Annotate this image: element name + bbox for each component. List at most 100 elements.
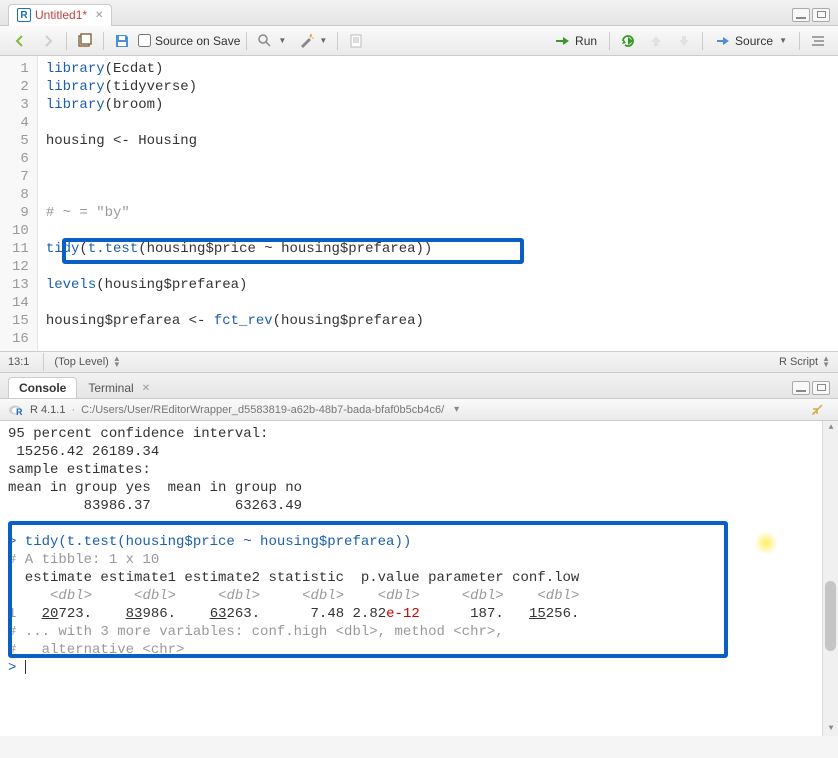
- code-line[interactable]: tidy(t.test(housing$price ~ housing$pref…: [46, 240, 830, 258]
- console-line: 1 20723. 83986. 63263. 7.48 2.82e-12 187…: [8, 605, 830, 623]
- console-info-bar: R R 4.1.1 · C:/Users/User/REditorWrapper…: [0, 399, 838, 421]
- show-in-new-window-button[interactable]: [73, 30, 97, 52]
- line-number: 6: [12, 150, 29, 168]
- code-line[interactable]: [46, 168, 830, 186]
- close-icon[interactable]: ✕: [142, 383, 150, 394]
- annotation-highlight-dot: [754, 531, 778, 555]
- scroll-thumb[interactable]: [825, 581, 836, 651]
- code-line[interactable]: [46, 150, 830, 168]
- svg-text:R: R: [16, 407, 23, 417]
- file-tab-title: Untitled1*: [35, 8, 87, 22]
- line-number: 15: [12, 312, 29, 330]
- run-button[interactable]: Run: [549, 30, 603, 52]
- close-icon[interactable]: ✕: [95, 10, 103, 21]
- maximize-pane-button[interactable]: [812, 8, 830, 22]
- source-editor[interactable]: 12345678910111213141516 library(Ecdat)li…: [0, 56, 838, 351]
- compile-report-button[interactable]: [344, 30, 368, 52]
- line-number: 13: [12, 276, 29, 294]
- console-line: # alternative <chr>: [8, 641, 830, 659]
- console-output[interactable]: 95 percent confidence interval: 15256.42…: [0, 421, 838, 736]
- tab-console[interactable]: Console: [8, 377, 77, 398]
- tab-terminal[interactable]: Terminal ✕: [77, 377, 161, 398]
- console-line: 83986.37 63263.49: [8, 497, 830, 515]
- outline-button[interactable]: [806, 30, 830, 52]
- scope-label: (Top Level): [54, 356, 108, 368]
- minimize-pane-button[interactable]: [792, 8, 810, 22]
- tab-terminal-label: Terminal: [88, 381, 133, 395]
- console-line: # A tibble: 1 x 10: [8, 551, 830, 569]
- file-type-label: R Script: [779, 356, 818, 368]
- line-number: 14: [12, 294, 29, 312]
- editor-toolbar: Source on Save ▼ ▼ Run Source ▼: [0, 26, 838, 56]
- source-on-save-label: Source on Save: [155, 34, 240, 48]
- console-line: <dbl> <dbl> <dbl> <dbl> <dbl> <dbl> <dbl…: [8, 587, 830, 605]
- console-line: estimate estimate1 estimate2 statistic p…: [8, 569, 830, 587]
- back-button[interactable]: [8, 30, 32, 52]
- source-button[interactable]: Source ▼: [709, 30, 793, 52]
- console-line: > tidy(t.test(housing$price ~ housing$pr…: [8, 533, 830, 551]
- line-number: 9: [12, 204, 29, 222]
- clear-console-button[interactable]: [806, 399, 830, 421]
- code-line[interactable]: [46, 258, 830, 276]
- line-number: 1: [12, 60, 29, 78]
- line-number: 2: [12, 78, 29, 96]
- line-number: 16: [12, 330, 29, 348]
- console-line: >: [8, 659, 830, 677]
- line-number: 5: [12, 132, 29, 150]
- run-button-label: Run: [575, 34, 597, 48]
- code-line[interactable]: levels(housing$prefarea): [46, 276, 830, 294]
- line-number: 3: [12, 96, 29, 114]
- code-line[interactable]: [46, 330, 830, 348]
- file-type-selector[interactable]: R Script ▲▼: [779, 356, 830, 368]
- line-number: 4: [12, 114, 29, 132]
- scroll-down-icon[interactable]: ▼: [823, 722, 838, 736]
- console-line: mean in group yes mean in group no: [8, 479, 830, 497]
- line-number: 10: [12, 222, 29, 240]
- save-button[interactable]: [110, 30, 134, 52]
- code-line[interactable]: # ~ = "by": [46, 204, 830, 222]
- editor-status-bar: 13:1 (Top Level) ▲▼ R Script ▲▼: [0, 351, 838, 373]
- console-line: # ... with 3 more variables: conf.high <…: [8, 623, 830, 641]
- code-line[interactable]: housing$prefarea <- fct_rev(housing$pref…: [46, 312, 830, 330]
- console-scrollbar[interactable]: ▲ ▼: [822, 421, 838, 736]
- code-line[interactable]: library(Ecdat): [46, 60, 830, 78]
- code-line[interactable]: library(broom): [46, 96, 830, 114]
- console-pane-tab-bar: Console Terminal ✕: [0, 373, 838, 399]
- code-line[interactable]: [46, 114, 830, 132]
- code-area[interactable]: library(Ecdat)library(tidyverse)library(…: [38, 56, 838, 351]
- minimize-console-button[interactable]: [792, 381, 810, 395]
- console-line: sample estimates:: [8, 461, 830, 479]
- working-directory-label: C:/Users/User/REditorWrapper_d5583819-a6…: [81, 404, 444, 416]
- line-number-gutter: 12345678910111213141516: [0, 56, 38, 351]
- line-number: 12: [12, 258, 29, 276]
- scroll-up-icon[interactable]: ▲: [823, 421, 838, 435]
- source-button-label: Source: [735, 34, 773, 48]
- line-number: 11: [12, 240, 29, 258]
- editor-tab-bar: R Untitled1* ✕: [0, 0, 838, 26]
- maximize-console-button[interactable]: [812, 381, 830, 395]
- console-line: [8, 515, 830, 533]
- forward-button[interactable]: [36, 30, 60, 52]
- cursor-position: 13:1: [8, 356, 29, 368]
- r-version-label: R 4.1.1: [30, 404, 65, 416]
- find-button[interactable]: ▼: [253, 30, 290, 52]
- go-down-button[interactable]: [672, 30, 696, 52]
- code-line[interactable]: housing <- Housing: [46, 132, 830, 150]
- code-tools-button[interactable]: ▼: [294, 30, 331, 52]
- console-line: 15256.42 26189.34: [8, 443, 830, 461]
- line-number: 8: [12, 186, 29, 204]
- file-tab-untitled1[interactable]: R Untitled1* ✕: [8, 4, 112, 26]
- code-line[interactable]: library(tidyverse): [46, 78, 830, 96]
- rerun-button[interactable]: [616, 30, 640, 52]
- go-up-button[interactable]: [644, 30, 668, 52]
- code-line[interactable]: [46, 222, 830, 240]
- wd-dropdown-icon[interactable]: ▾: [454, 404, 459, 415]
- console-line: 95 percent confidence interval:: [8, 425, 830, 443]
- code-line[interactable]: [46, 294, 830, 312]
- line-number: 7: [12, 168, 29, 186]
- code-line[interactable]: [46, 186, 830, 204]
- source-on-save-checkbox[interactable]: [138, 34, 151, 47]
- tab-console-label: Console: [19, 381, 66, 395]
- r-logo-icon: R: [8, 402, 24, 418]
- scope-selector[interactable]: (Top Level) ▲▼: [54, 356, 120, 368]
